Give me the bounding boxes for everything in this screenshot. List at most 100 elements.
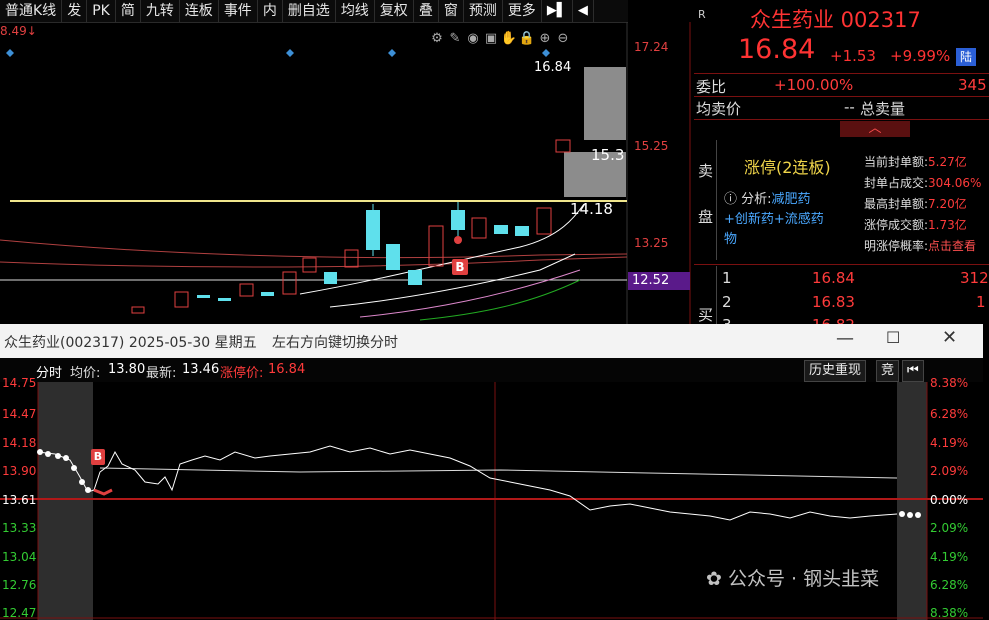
buy-marker[interactable]: B xyxy=(91,449,105,465)
probability-link[interactable]: 点击查看 xyxy=(928,239,976,253)
right-axis-label: 4.19% xyxy=(930,550,969,564)
right-axis-label: 0.00% xyxy=(930,493,969,507)
window-hint: 左右方向键切换分时 xyxy=(272,335,398,351)
buy-price: 16.84 xyxy=(812,269,855,287)
toolbar-overlay[interactable]: 叠 xyxy=(414,0,439,22)
rewind-icon[interactable]: ⏮ xyxy=(902,360,924,382)
stock-price: 16.84 xyxy=(738,34,816,65)
toolbar-simple[interactable]: 简 xyxy=(116,0,141,22)
toolbar-inner[interactable]: 内 xyxy=(258,0,283,22)
axis-label: 13.25 xyxy=(634,236,669,250)
event-diamond[interactable] xyxy=(542,49,550,57)
right-axis-label: 6.28% xyxy=(930,407,969,421)
weibi-label: 委比 xyxy=(696,78,727,96)
toolbar-ma[interactable]: 均线 xyxy=(336,0,375,22)
right-axis-label: 2.09% xyxy=(930,464,969,478)
auction-button[interactable]: 竞 xyxy=(876,360,900,382)
buy-marker[interactable]: B xyxy=(452,259,468,275)
latest-price-label: 最新: xyxy=(146,366,177,381)
left-axis-label: 13.04 xyxy=(2,550,37,564)
stat-row: 当前封单额:5.27亿 xyxy=(864,155,967,169)
analysis-prefix: 分析: xyxy=(741,192,772,207)
quote-panel: R 众生药业 002317 16.84 +1.53 +9.99% 陆 委比 +1… xyxy=(694,0,989,334)
history-replay-button[interactable]: 历史重现 xyxy=(804,360,867,382)
limit-price-label: 涨停价: xyxy=(220,366,264,381)
expand-arrow-icon[interactable]: ▶▌ xyxy=(542,0,573,22)
analysis-link[interactable]: 减肥药+创新药+流感药物 xyxy=(724,192,824,247)
minimize-icon[interactable]: — xyxy=(836,328,854,349)
left-axis-label: 13.33 xyxy=(2,521,37,535)
sell-side-label-1: 卖 xyxy=(698,162,714,180)
toolbar-remove-watch[interactable]: 删自选 xyxy=(283,0,336,22)
sell-side-label-2: 盘 xyxy=(698,208,714,226)
buy-level: 1 xyxy=(722,269,732,287)
chevron-up-icon[interactable]: ︿ xyxy=(840,121,910,137)
toolbar-pk[interactable]: PK xyxy=(87,0,116,22)
stock-change: +1.53 xyxy=(830,47,876,65)
buy-side-label: 买 xyxy=(698,306,714,324)
intraday-infobar: 分时 均价: 13.80 最新: 13.46 涨停价: 16.84 历史重现 竞… xyxy=(0,358,983,382)
intraday-window: 众生药业(002317) 2025-05-30 星期五 左右方向键切换分时 — … xyxy=(0,324,983,620)
seal-stats: 当前封单额:5.27亿 封单占成交:304.06% 最高封单额:7.20亿 涨停… xyxy=(864,152,981,257)
stock-name: 众生药业 002317 xyxy=(750,8,921,32)
gap-low-label: 14.18 xyxy=(570,200,613,218)
kline-canvas xyxy=(0,22,691,324)
collapse-arrow-icon[interactable]: ◀ xyxy=(573,0,594,22)
stock-pct: +9.99% xyxy=(890,47,951,65)
watermark: ✿ 公众号 · 钢头韭菜 xyxy=(706,568,880,590)
toolbar-forecast[interactable]: 预测 xyxy=(464,0,503,22)
avg-price-label: 均价: xyxy=(70,366,101,381)
kline-toolbar: 普通K线 发 PK 简 九转 连板 事件 内 删自选 均线 复权 叠 窗 预测 … xyxy=(0,0,628,23)
left-axis-label: 13.61 xyxy=(2,493,37,507)
maximize-icon[interactable]: ☐ xyxy=(886,328,900,347)
toolbar-kline-type[interactable]: 普通K线 xyxy=(0,0,63,22)
current-price-tag: 12.52 xyxy=(628,272,690,290)
gap-mid-label: 15.3 xyxy=(591,146,625,164)
toolbar-nine-turn[interactable]: 九转 xyxy=(141,0,180,22)
toolbar-send[interactable]: 发 xyxy=(62,0,88,22)
total-sell-label: 总卖量 xyxy=(860,100,906,118)
toolbar-lianban[interactable]: 连板 xyxy=(180,0,219,22)
left-axis-label: 12.47 xyxy=(2,606,37,620)
left-axis-label: 12.76 xyxy=(2,578,37,592)
kline-chart[interactable]: 8.49↓ ⚙ ✎ ◉ ▣ ✋ 🔒 ⊕ ⊖ B 16.84 15.3 14.18… xyxy=(0,22,692,324)
buy-volume: 1 xyxy=(976,293,986,311)
limit-price-value: 16.84 xyxy=(268,362,306,377)
right-axis-label: 6.28% xyxy=(930,578,969,592)
buy-price: 16.83 xyxy=(812,293,855,311)
close-icon[interactable]: ✕ xyxy=(942,327,957,348)
axis-label: 17.24 xyxy=(634,40,669,54)
event-diamond[interactable] xyxy=(6,49,14,57)
left-axis-label: 13.90 xyxy=(2,464,37,478)
toolbar-window[interactable]: 窗 xyxy=(439,0,464,22)
weibi-value: +100.00% xyxy=(774,76,854,94)
market-badge: 陆 xyxy=(956,48,976,66)
axis-label: 15.25 xyxy=(634,139,669,153)
left-axis-label: 14.47 xyxy=(2,407,37,421)
event-diamond[interactable] xyxy=(388,49,396,57)
analysis-block: ⓘ 分析:减肥药+创新药+流感药物 xyxy=(724,190,834,250)
avg-sell-value: -- xyxy=(844,98,855,116)
window-titlebar[interactable]: 众生药业(002317) 2025-05-30 星期五 左右方向键切换分时 — … xyxy=(0,324,983,358)
wechat-icon: ✿ xyxy=(706,568,722,590)
right-axis-label: 2.09% xyxy=(930,521,969,535)
stat-row: 最高封单额:7.20亿 xyxy=(864,197,967,211)
limit-up-title: 涨停(2连板) xyxy=(744,158,831,177)
toolbar-more[interactable]: 更多 xyxy=(503,0,542,22)
avg-price-value: 13.80 xyxy=(108,362,146,377)
gap-top-label: 16.84 xyxy=(534,60,572,75)
right-axis-label: 8.38% xyxy=(930,606,969,620)
buy-volume: 312 xyxy=(960,269,989,287)
tab-intraday[interactable]: 分时 xyxy=(36,362,62,381)
stat-row: 明涨停概率:点击查看 xyxy=(864,239,977,253)
toolbar-adjust[interactable]: 复权 xyxy=(375,0,414,22)
weibi-right: 345 xyxy=(958,76,987,94)
left-axis-label: 14.75 xyxy=(2,376,37,390)
right-axis-label: 8.38% xyxy=(930,376,969,390)
event-diamond[interactable] xyxy=(286,49,294,57)
latest-price-value: 13.46 xyxy=(182,362,220,377)
buy-level: 2 xyxy=(722,293,732,311)
left-axis-label: 14.18 xyxy=(2,436,37,450)
info-icon: ⓘ xyxy=(724,192,738,207)
toolbar-event[interactable]: 事件 xyxy=(219,0,258,22)
